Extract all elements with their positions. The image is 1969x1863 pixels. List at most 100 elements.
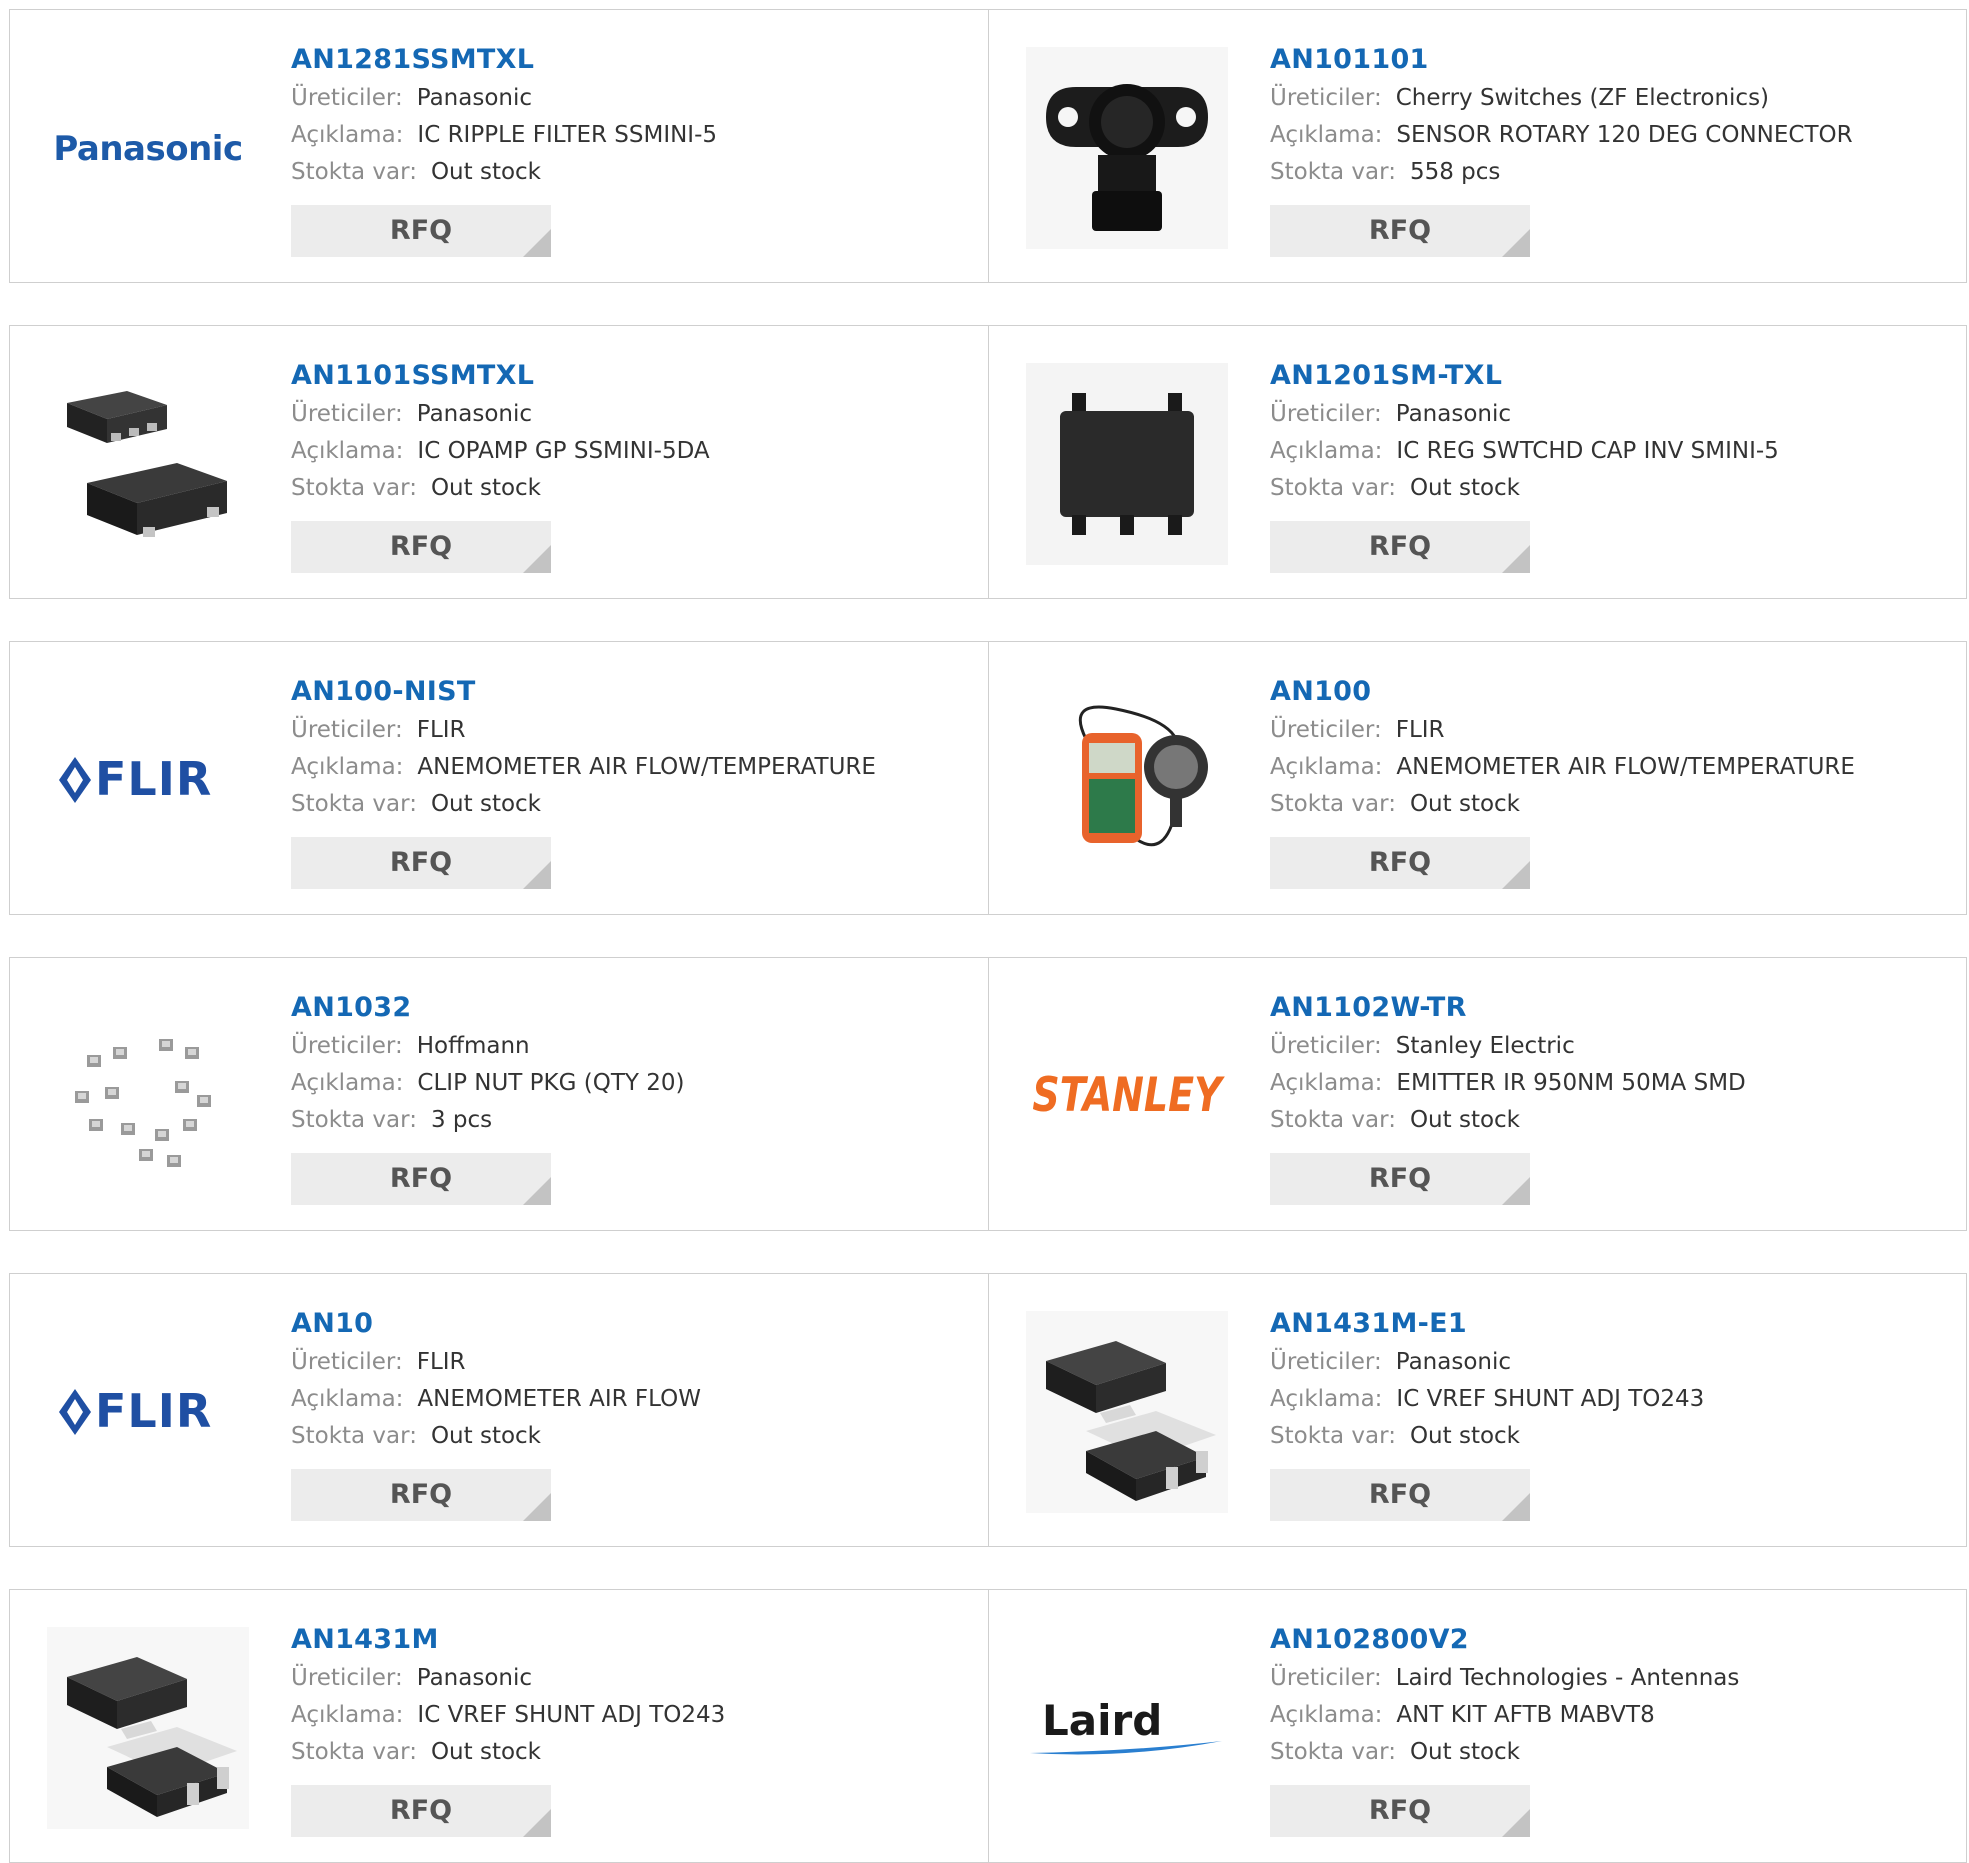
corner-triangle-icon [1502,545,1530,573]
product-row: AN1032 Üreticiler: Hoffmann Açıklama: CLIP… [9,957,1967,1231]
stock-value: Out stock [1409,791,1521,817]
manufacturer-row: Üreticiler: Cherry Switches (ZF Electroni… [1270,80,1946,117]
manufacturer-value: Panasonic [1395,401,1512,427]
corner-triangle-icon [523,229,551,257]
stock-label: Stokta var: [291,1107,417,1133]
stock-label: Stokta var: [1270,1739,1396,1765]
part-number-link[interactable]: AN1102W-TR [1270,988,1467,1028]
rotary-sensor-image[interactable] [1026,47,1228,249]
to243-package-image[interactable] [1026,1311,1228,1513]
part-number-link[interactable]: AN1101SSMTXL [291,356,534,396]
part-number-link[interactable]: AN101101 [1270,40,1429,80]
description-label: Açıklama: [1270,1386,1383,1412]
rfq-button-label: RFQ [1368,1479,1432,1510]
description-value: IC RIPPLE FILTER SSMINI-5 [417,122,718,148]
part-number-link[interactable]: AN1431M [291,1620,439,1660]
manufacturer-row: Üreticiler: Panasonic [1270,396,1946,433]
rfq-button-label: RFQ [1368,847,1432,878]
product-info: AN10 Üreticiler: FLIR Açıklama: ANEMOMETER… [291,1304,968,1521]
rfq-button-label: RFQ [1368,1795,1432,1826]
stock-value: 558 pcs [1409,159,1501,185]
description-value: IC OPAMP GP SSMINI-5DA [417,438,710,464]
stock-row: Stokta var: 3 pcs [291,1102,968,1139]
description-value: IC VREF SHUNT ADJ TO243 [417,1702,726,1728]
manufacturer-value: Panasonic [416,85,533,111]
manufacturer-label: Üreticiler: [1270,1665,1382,1691]
stanley-logo[interactable]: STANLEY [1026,995,1228,1197]
manufacturer-label: Üreticiler: [291,717,403,743]
description-label: Açıklama: [291,1386,404,1412]
stock-label: Stokta var: [291,1423,417,1449]
manufacturer-row: Üreticiler: Panasonic [291,396,968,433]
description-row: Açıklama: IC RIPPLE FILTER SSMINI-5 [291,117,968,154]
corner-triangle-icon [523,861,551,889]
description-row: Açıklama: EMITTER IR 950NM 50MA SMD [1270,1065,1946,1102]
stock-value: Out stock [1409,1107,1521,1133]
description-value: ANEMOMETER AIR FLOW/TEMPERATURE [1396,754,1855,780]
manufacturer-label: Üreticiler: [1270,717,1382,743]
rfq-button[interactable]: RFQ [1270,1785,1530,1837]
rfq-button[interactable]: RFQ [291,1153,551,1205]
rfq-button[interactable]: RFQ [1270,1153,1530,1205]
rfq-button[interactable]: RFQ [291,837,551,889]
description-row: Açıklama: IC REG SWTCHD CAP INV SMINI-5 [1270,433,1946,470]
manufacturer-label: Üreticiler: [291,401,403,427]
description-row: Açıklama: ANEMOMETER AIR FLOW [291,1381,968,1418]
stock-value: Out stock [1409,1423,1521,1449]
stock-label: Stokta var: [291,159,417,185]
clip-nuts-image[interactable] [47,995,249,1197]
part-number-link[interactable]: AN100-NIST [291,672,476,712]
rfq-button[interactable]: RFQ [291,205,551,257]
to243-package-image[interactable] [47,1627,249,1829]
description-label: Açıklama: [291,754,404,780]
part-number-link[interactable]: AN1431M-E1 [1270,1304,1467,1344]
rfq-button-label: RFQ [1368,215,1432,246]
stock-value: Out stock [430,1423,542,1449]
rfq-button-label: RFQ [389,847,453,878]
anemometer-image[interactable] [1026,679,1228,881]
rfq-button[interactable]: RFQ [291,1469,551,1521]
ic-chip-image[interactable] [1026,363,1228,565]
product-info: AN1032 Üreticiler: Hoffmann Açıklama: CLIP… [291,988,968,1205]
part-number-link[interactable]: AN1032 [291,988,411,1028]
rfq-button[interactable]: RFQ [1270,521,1530,573]
manufacturer-value: FLIR [416,717,466,743]
part-number-link[interactable]: AN1281SSMTXL [291,40,534,80]
description-value: IC VREF SHUNT ADJ TO243 [1396,1386,1705,1412]
product-info: AN1431M-E1 Üreticiler: Panasonic Açıklama… [1270,1304,1946,1521]
smd-chip-image[interactable] [47,363,249,565]
corner-triangle-icon [1502,1493,1530,1521]
manufacturer-label: Üreticiler: [1270,85,1382,111]
part-number-link[interactable]: AN1201SM-TXL [1270,356,1502,396]
description-row: Açıklama: ANT KIT AFTB MABVT8 [1270,1697,1946,1734]
rfq-button[interactable]: RFQ [1270,837,1530,889]
rfq-button-label: RFQ [1368,1163,1432,1194]
flir-logo-text: FLIR [95,752,212,806]
stock-value: 3 pcs [430,1107,493,1133]
rfq-button[interactable]: RFQ [1270,1469,1530,1521]
rfq-button[interactable]: RFQ [291,521,551,573]
stock-value: Out stock [430,159,542,185]
rfq-button-label: RFQ [1368,531,1432,562]
laird-logo[interactable]: Laird [1026,1627,1228,1829]
part-number-link[interactable]: AN100 [1270,672,1371,712]
description-value: EMITTER IR 950NM 50MA SMD [1396,1070,1746,1096]
product-grid: Panasonic AN1281SSMTXL Üreticiler: Panaso… [0,0,1969,1863]
rfq-button[interactable]: RFQ [1270,205,1530,257]
flir-logo[interactable]: FLIR [47,679,249,881]
description-row: Açıklama: CLIP NUT PKG (QTY 20) [291,1065,968,1102]
product-card: FLIR AN10 Üreticiler: FLIR Açıklama: ANEMO… [10,1274,988,1546]
description-row: Açıklama: IC VREF SHUNT ADJ TO243 [291,1697,968,1734]
corner-triangle-icon [523,1493,551,1521]
stock-label: Stokta var: [291,475,417,501]
manufacturer-value: Laird Technologies - Antennas [1395,1665,1740,1691]
part-number-link[interactable]: AN10 [291,1304,373,1344]
part-number-link[interactable]: AN102800V2 [1270,1620,1469,1660]
manufacturer-row: Üreticiler: Panasonic [291,1660,968,1697]
rfq-button[interactable]: RFQ [291,1785,551,1837]
flir-logo[interactable]: FLIR [47,1311,249,1513]
stock-row: Stokta var: Out stock [291,1418,968,1455]
stock-row: Stokta var: Out stock [291,470,968,507]
stock-row: Stokta var: Out stock [291,1734,968,1771]
panasonic-logo[interactable]: Panasonic [47,47,249,249]
